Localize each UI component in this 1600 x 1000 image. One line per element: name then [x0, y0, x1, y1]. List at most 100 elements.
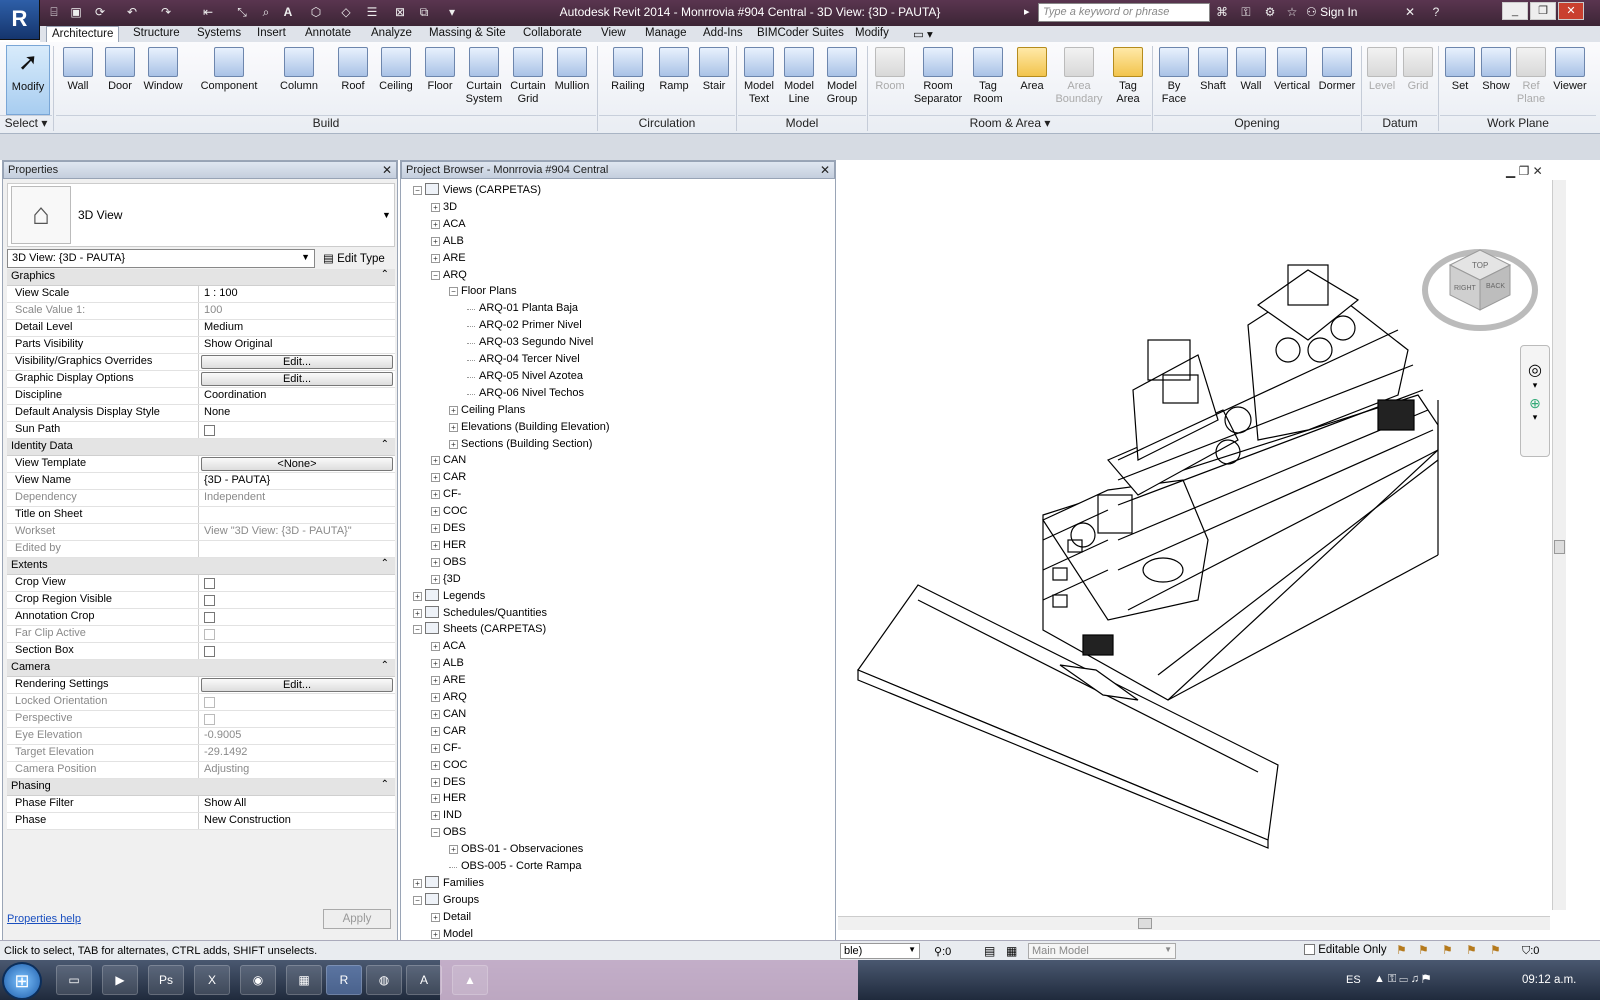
tree-node[interactable]: ARQ-04 Tercer Nivel — [467, 352, 580, 369]
collapse-icon[interactable]: ⌃ — [381, 269, 389, 280]
system-clock[interactable]: 09:12 a.m. — [1522, 974, 1576, 986]
calculator-taskbar-icon[interactable]: ▦ — [286, 965, 322, 995]
model-group-button[interactable]: Model Group — [820, 45, 864, 115]
crop-view-checkbox[interactable] — [204, 578, 215, 589]
tree-node[interactable]: + ALB — [431, 234, 464, 251]
expand-node-icon[interactable]: + — [413, 591, 422, 601]
tree-node[interactable]: ARQ-05 Nivel Azotea — [467, 369, 583, 386]
tree-node[interactable]: + HER — [431, 791, 466, 808]
revit-taskbar-icon[interactable]: R — [326, 965, 362, 995]
application-menu-button[interactable]: R — [0, 0, 40, 40]
photoshop-taskbar-icon[interactable]: Ps — [148, 965, 184, 995]
tree-node[interactable]: + DES — [431, 521, 466, 538]
tab-annotate[interactable]: Annotate — [300, 26, 356, 42]
expand-node-icon[interactable]: + — [431, 490, 440, 500]
collapse-node-icon[interactable]: − — [431, 270, 440, 280]
search-input[interactable]: Type a keyword or phrase — [1038, 3, 1210, 22]
tab-manage[interactable]: Manage — [640, 26, 692, 42]
vertical-button[interactable]: Vertical — [1270, 45, 1314, 115]
key-icon[interactable]: ⚿ — [1238, 4, 1254, 20]
dimension-icon[interactable]: ⤡ — [234, 4, 250, 20]
start-button[interactable]: ⊞ — [2, 962, 42, 1000]
tag-room-button[interactable]: Tag Room — [968, 45, 1008, 115]
railing-button[interactable]: Railing — [604, 45, 652, 115]
expand-node-icon[interactable]: + — [431, 524, 440, 533]
measure-icon[interactable]: ⇤ — [200, 4, 216, 20]
tab-add-ins[interactable]: Add-Ins — [698, 26, 748, 42]
tab-massing-site[interactable]: Massing & Site — [424, 26, 511, 42]
curtain-system-button[interactable]: Curtain System — [462, 45, 506, 115]
expand-node-icon[interactable]: + — [431, 929, 440, 939]
design-options-dim-icon[interactable]: ▦ — [1006, 944, 1017, 958]
component-button[interactable]: Component — [194, 45, 264, 115]
mullion-button[interactable]: Mullion — [550, 45, 594, 115]
expand-node-icon[interactable]: + — [431, 202, 440, 212]
expand-node-icon[interactable]: + — [449, 405, 458, 415]
tree-node[interactable]: ARQ-01 Planta Baja — [466, 301, 578, 318]
tree-node[interactable]: + CF- — [431, 487, 461, 504]
design-options-icon[interactable]: ▤ — [984, 944, 995, 958]
exchange-icon[interactable]: ✕ — [1402, 4, 1418, 20]
expand-node-icon[interactable]: + — [413, 608, 422, 618]
language-indicator[interactable]: ES — [1346, 974, 1361, 986]
properties-help-link[interactable]: Properties help — [7, 913, 81, 925]
tree-node[interactable]: − ARQ — [431, 268, 467, 285]
expand-node-icon[interactable]: + — [449, 422, 458, 432]
tree-node[interactable]: − Floor Plans — [449, 284, 517, 301]
chrome-taskbar-icon[interactable]: ◍ — [366, 965, 402, 995]
model-text-button[interactable]: Model Text — [740, 45, 778, 115]
annotation-crop-checkbox[interactable] — [204, 612, 215, 623]
expand-node-icon[interactable]: + — [431, 557, 440, 567]
tree-node[interactable]: + OBS-01 - Observaciones — [449, 842, 583, 859]
tree-node[interactable]: + ARQ — [431, 690, 467, 707]
binoculars-icon[interactable]: ⌘ — [1214, 4, 1230, 20]
section-phasing[interactable]: Phasing ⌃ — [7, 779, 395, 796]
select-dropdown[interactable]: Select ▾ — [0, 115, 52, 132]
editable-only-checkbox[interactable] — [1304, 944, 1315, 955]
expand-node-icon[interactable]: + — [431, 642, 440, 652]
tab-structure[interactable]: Structure — [128, 26, 185, 42]
tree-node[interactable]: OBS-005 - Corte Rampa — [448, 859, 581, 876]
tab-collaborate[interactable]: Collaborate — [518, 26, 587, 42]
prop-value[interactable]: Show Original — [200, 337, 394, 353]
tab-architecture[interactable]: Architecture — [46, 26, 120, 42]
rendering-edit-button[interactable]: Edit... — [201, 678, 393, 692]
tree-node[interactable]: + CF- — [431, 741, 461, 758]
tree-node[interactable]: + OBS — [431, 555, 466, 572]
prop-value[interactable]: New Construction — [200, 813, 394, 829]
zoom-icon[interactable]: ⊕ — [1521, 395, 1549, 412]
section-identity-data[interactable]: Identity Data ⌃ — [7, 439, 395, 456]
switch-windows-icon[interactable]: ⧉ — [416, 4, 432, 20]
collapse-node-icon[interactable]: − — [413, 895, 422, 905]
viewer-button[interactable]: Viewer — [1548, 45, 1592, 115]
tab-analyze[interactable]: Analyze — [366, 26, 417, 42]
expand-node-icon[interactable]: + — [431, 574, 440, 584]
chevron-down-icon[interactable]: ▼ — [382, 210, 391, 220]
tab-modify[interactable]: Modify — [850, 26, 894, 42]
set-button[interactable]: Set — [1442, 45, 1478, 115]
instance-filter-select[interactable]: 3D View: {3D - PAUTA} ▼ — [7, 249, 315, 268]
wall-opening-button[interactable]: Wall — [1234, 45, 1268, 115]
tree-node[interactable]: + CAN — [431, 453, 466, 470]
close-button[interactable]: ✕ — [1558, 2, 1584, 20]
prop-value[interactable]: Medium — [200, 320, 394, 336]
tree-node[interactable]: + CAR — [431, 470, 466, 487]
chevron-down-icon[interactable]: ▾ — [1521, 380, 1549, 391]
tree-node[interactable]: ARQ-02 Primer Nivel — [467, 318, 582, 335]
expand-node-icon[interactable]: + — [431, 693, 440, 702]
expand-node-icon[interactable]: + — [431, 912, 440, 922]
expand-node-icon[interactable]: + — [431, 743, 440, 753]
acrobat-taskbar-icon[interactable]: ▲ — [452, 965, 488, 995]
tree-node[interactable]: ARQ-03 Segundo Nivel — [466, 335, 593, 352]
apply-button[interactable]: Apply — [323, 909, 391, 929]
panel-toggle-icon[interactable]: ▭ ▾ — [908, 26, 938, 42]
expand-node-icon[interactable]: + — [431, 236, 440, 246]
expand-node-icon[interactable]: + — [431, 456, 440, 466]
collapse-icon[interactable]: ⌃ — [381, 558, 389, 569]
editable-only-toggle[interactable]: Editable Only — [1304, 944, 1387, 956]
dormer-button[interactable]: Dormer — [1314, 45, 1360, 115]
expand-node-icon[interactable]: + — [431, 676, 440, 686]
tree-node[interactable]: + CAR — [431, 724, 466, 741]
tree-node[interactable]: − Sheets (CARPETAS) — [413, 622, 546, 639]
scroll-thumb[interactable] — [1138, 918, 1152, 929]
